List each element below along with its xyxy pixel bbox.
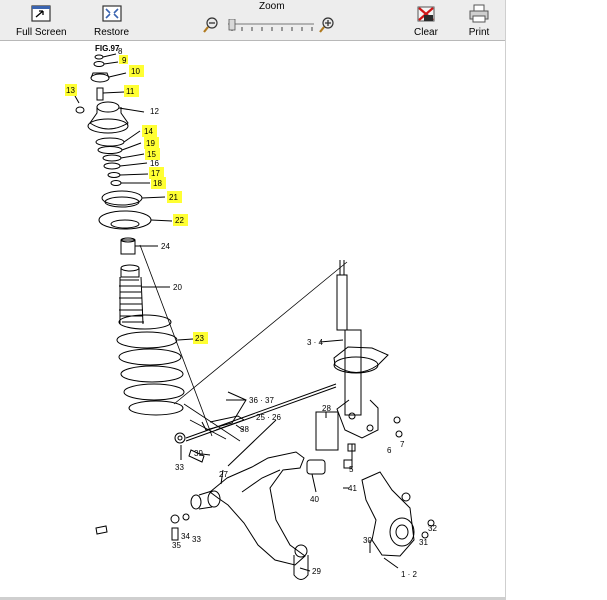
callout-13: 13 xyxy=(66,86,75,95)
callout-24: 24 xyxy=(161,242,170,251)
clear-label: Clear xyxy=(414,27,438,38)
full-screen-button[interactable]: Full Screen xyxy=(16,4,67,38)
callout-28: 28 xyxy=(322,404,331,413)
clear-button[interactable]: Clear xyxy=(414,4,438,38)
callout-6: 6 xyxy=(387,446,392,455)
small-fasteners-left xyxy=(95,513,190,541)
callout-17: 17 xyxy=(151,169,160,178)
callout-3-4: 3 · 4 xyxy=(307,338,324,347)
restore-button[interactable]: Restore xyxy=(94,4,129,38)
callout-11: 11 xyxy=(126,87,135,96)
callout-33b: 33 xyxy=(192,535,201,544)
callout-25-26: 25 · 26 xyxy=(256,413,281,422)
callout-34: 34 xyxy=(181,532,190,541)
callout-30: 30 xyxy=(363,536,372,545)
print-button[interactable]: Print xyxy=(468,4,490,38)
callout-40: 40 xyxy=(310,495,319,504)
callout-8: 8 xyxy=(118,47,123,56)
callout-39: 39 xyxy=(194,449,203,458)
callout-41: 41 xyxy=(348,484,357,493)
toolbar: Full Screen Restore Zoom Clear Print xyxy=(0,0,505,41)
callout-18: 18 xyxy=(153,179,162,188)
callout-16: 16 xyxy=(150,159,159,168)
callout-20: 20 xyxy=(173,283,182,292)
callout-10: 10 xyxy=(131,67,140,76)
callout-9: 9 xyxy=(122,56,127,65)
zoom-out-icon[interactable] xyxy=(202,16,220,34)
page-edge xyxy=(505,0,506,600)
printer-icon xyxy=(469,4,489,23)
callout-labels: 8 9 10 11 12 13 14 19 15 16 17 18 21 22 … xyxy=(66,47,437,579)
suspension-diagram: FIG.97 8 9 10 11 12 13 14 19 15 16 17 18… xyxy=(65,44,437,580)
clear-icon xyxy=(417,6,435,22)
callout-14: 14 xyxy=(144,127,153,136)
zoom-label: Zoom xyxy=(259,1,285,12)
zoom-slider[interactable] xyxy=(226,19,316,33)
print-label: Print xyxy=(468,27,490,38)
callout-15: 15 xyxy=(147,150,156,159)
callout-29: 29 xyxy=(312,567,321,576)
zoom-in-icon[interactable] xyxy=(318,16,336,34)
callout-7: 7 xyxy=(400,440,405,449)
callout-12: 12 xyxy=(150,107,159,116)
callout-38: 38 xyxy=(240,425,249,434)
figure-title: FIG.97 xyxy=(95,44,120,53)
zoom-slider-thumb xyxy=(228,19,236,31)
callout-36-37: 36 · 37 xyxy=(249,396,274,405)
callout-32: 32 xyxy=(428,524,437,533)
callout-31: 31 xyxy=(419,538,428,547)
callout-27: 27 xyxy=(219,470,228,479)
callout-33a: 33 xyxy=(175,463,184,472)
callout-5: 5 xyxy=(349,465,354,474)
strut-exploded-stack xyxy=(74,53,194,416)
callout-19: 19 xyxy=(146,139,155,148)
full-screen-label: Full Screen xyxy=(16,27,67,38)
full-screen-icon xyxy=(31,5,51,22)
callout-21: 21 xyxy=(169,193,178,202)
callout-22: 22 xyxy=(175,216,184,225)
callout-23: 23 xyxy=(195,334,204,343)
restore-label: Restore xyxy=(94,27,130,38)
restore-icon xyxy=(101,5,122,22)
callout-35: 35 xyxy=(172,541,181,550)
callout-1-2: 1 · 2 xyxy=(401,570,418,579)
